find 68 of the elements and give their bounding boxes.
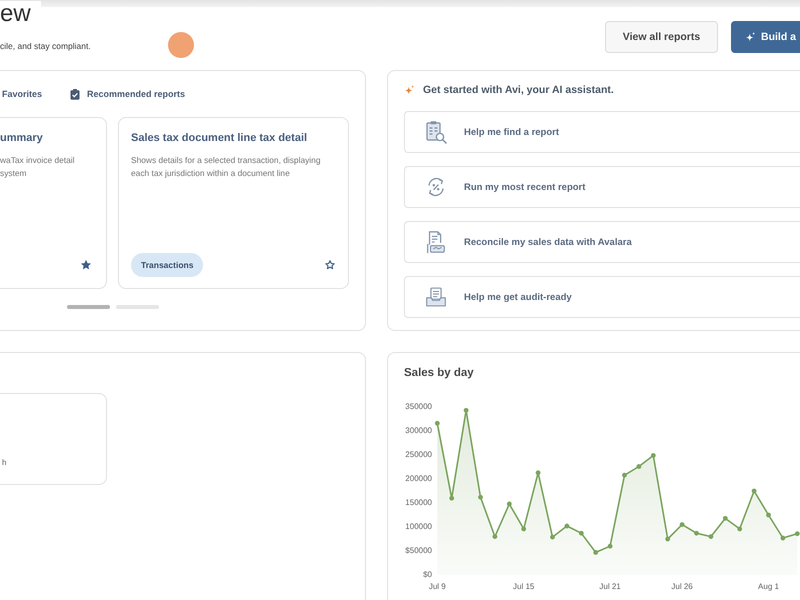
assistant-action[interactable]: Reconcile my sales data with Avalara	[404, 221, 800, 263]
data-point	[636, 464, 642, 469]
data-point	[550, 534, 555, 540]
tab[interactable]: Recommended reports	[70, 88, 186, 100]
report-title: ummary	[0, 131, 44, 145]
data-point	[478, 494, 483, 500]
y-axis-label: $0	[423, 570, 432, 580]
data-point	[622, 472, 627, 478]
summary-card[interactable]: h	[0, 393, 107, 485]
data-point	[593, 550, 598, 555]
data-point	[449, 496, 454, 501]
star-icon[interactable]	[80, 259, 92, 271]
data-point	[794, 531, 800, 536]
star-icon[interactable]	[324, 259, 336, 271]
x-axis-label: Aug 1	[758, 582, 779, 592]
y-axis-label: 300000	[405, 426, 432, 436]
data-point	[737, 526, 742, 532]
cursor-dot-icon	[168, 32, 194, 58]
x-axis-label: Jul 26	[671, 582, 693, 592]
build-button[interactable]: Build a	[731, 21, 800, 53]
category-tag: Transactions	[131, 253, 204, 277]
data-point	[708, 534, 714, 539]
data-point	[722, 516, 728, 521]
sparkle-icon	[745, 32, 756, 42]
data-point	[665, 536, 670, 542]
data-point	[694, 530, 699, 536]
report-card[interactable]: ummary waTax invoice detail system	[0, 117, 107, 289]
sparkle-icon	[404, 84, 415, 96]
data-point	[434, 420, 440, 426]
y-axis-label: 200000	[405, 474, 432, 484]
data-point	[536, 470, 540, 476]
card-text: h	[2, 458, 6, 468]
assistant-action[interactable]: Help me find a report	[404, 111, 800, 153]
page-subtitle: cile, and stay compliant.	[0, 40, 91, 52]
data-point	[578, 530, 584, 536]
report-description: waTax invoice detail system	[0, 154, 76, 180]
data-point	[492, 534, 498, 539]
report-card[interactable]: Sales tax document line tax detail Shows details for a selected transaction, displaying each tax jurisdiction within a document line Transactions	[118, 117, 349, 289]
report-description: Shows details for a selected transaction, displaying each tax jurisdiction within a document line	[131, 154, 322, 180]
data-point	[752, 488, 756, 494]
assistant-action[interactable]: Help me get audit-ready	[404, 276, 800, 318]
data-point	[766, 512, 771, 518]
x-axis-label: Jul 21	[599, 582, 621, 592]
data-point	[506, 502, 512, 506]
y-axis-label: 350000	[405, 402, 432, 412]
view-reports-button[interactable]: View all reports	[605, 21, 718, 53]
document-card-icon	[425, 230, 447, 254]
x-axis-label: Jul 15	[513, 582, 534, 592]
assistant-action[interactable]: Run my most recent report	[404, 166, 800, 208]
x-axis-label: Jul 9	[428, 582, 446, 592]
y-axis-label: $50000	[405, 546, 432, 556]
data-point	[650, 453, 656, 458]
y-axis-label: 250000	[405, 450, 432, 460]
data-point	[464, 408, 468, 413]
y-axis-label: 150000	[405, 498, 432, 508]
data-point	[608, 544, 612, 549]
data-point	[564, 524, 570, 528]
assistant-title: Get started with Avi, your AI assistant.	[423, 84, 614, 96]
document-tray-icon	[425, 285, 447, 309]
clipboard-check-icon	[70, 88, 80, 100]
y-axis-label: 100000	[405, 522, 432, 532]
chart-title: Sales by day	[404, 366, 475, 380]
report-title: Sales tax document line tax detail	[131, 131, 308, 145]
data-point	[680, 522, 684, 527]
data-point	[521, 526, 526, 532]
clipboard-search-icon	[425, 120, 447, 144]
data-point	[780, 536, 786, 540]
tab[interactable]: Favorites	[2, 89, 42, 99]
